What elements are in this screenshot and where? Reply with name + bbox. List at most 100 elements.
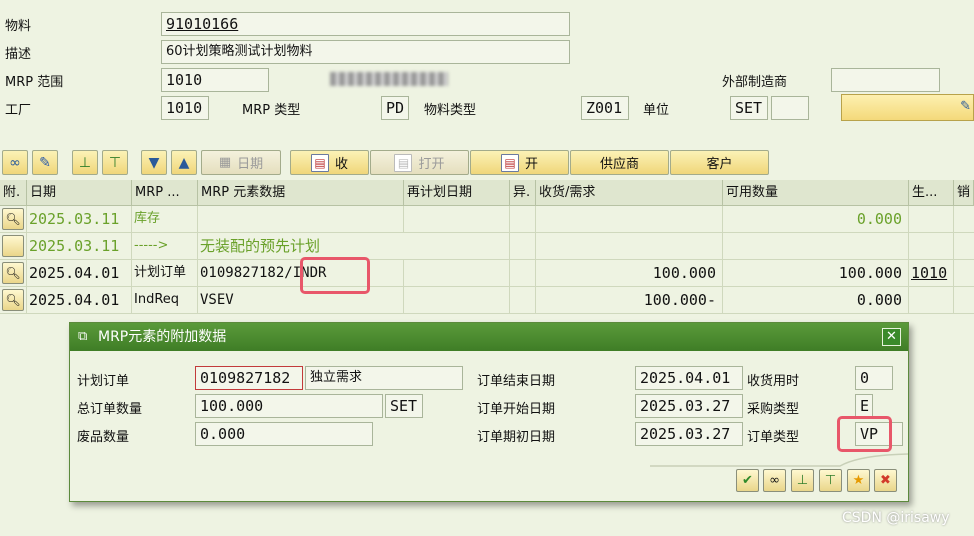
supplier-button-label: 供应商 [599,157,639,172]
open-button[interactable]: ▤ 打开 [370,150,469,175]
row-available-qty [723,233,909,259]
order-opening-date-label: 订单期初日期 [477,430,556,445]
customer-button[interactable]: 客户 [670,150,769,175]
requirements-button-label: 开 [524,157,538,172]
row-blank-button [2,235,24,257]
order-end-date-label: 订单结束日期 [477,374,556,389]
procurement-type-field[interactable]: E [855,394,873,418]
filter-up-button[interactable]: ▲ [171,150,197,175]
pencil-button[interactable]: ✎ [32,150,58,175]
hierarchy-up-button[interactable]: ⊥ [72,150,98,175]
planned-order-field[interactable]: 0109827182 [195,366,303,390]
material-field[interactable]: 91010166 [161,12,570,36]
col-header-mrp-element-data[interactable]: MRP 元素数据 [198,180,404,206]
table-row[interactable]: 🔍︎ 2025.04.01 计划订单 0109827182/INDR 100.0… [0,260,974,287]
order-type-label: 订单类型 [747,430,800,445]
row-element-data: VSEV [198,287,404,313]
mrp-area-label: MRP 范围 [5,75,64,90]
table-row[interactable]: 🔍︎ 2025.04.01 IndReq VSEV 100.000- 0.000 [0,287,974,314]
glasses-icon: ∞ [9,154,21,171]
mrp-type-field[interactable]: PD [381,96,409,120]
row-production-link[interactable]: 1010 [909,260,954,286]
window-icon: ⧉ [78,329,88,344]
table-row[interactable]: 2025.03.11 -----> 无装配的预先计划 [0,233,974,260]
hierarchy-add-button[interactable]: ⊤ [819,469,842,492]
planned-order-label: 计划订单 [77,374,130,389]
supplier-button[interactable]: 供应商 [570,150,669,175]
col-header-reschedule-date[interactable]: 再计划日期 [404,180,510,206]
filter-down-button[interactable]: ▼ [141,150,167,175]
dialog-title: MRP元素的附加数据 [98,329,227,345]
order-opening-date-field[interactable]: 2025.03.27 [635,422,743,446]
row-date: 2025.04.01 [27,287,132,313]
procurement-type-label: 采购类型 [747,402,800,417]
magnifier-icon: 🔍︎ [5,266,21,280]
open-folder-icon: ▤ [394,153,413,172]
row-exception [510,233,536,259]
dialog-separator-curve [650,453,908,467]
glasses-button[interactable]: ∞ [2,150,28,175]
total-qty-label: 总订单数量 [77,402,143,417]
row-mrp-element: 库存 [132,206,198,232]
plant-field[interactable]: 1010 [161,96,209,120]
col-header-exception[interactable]: 异. [510,180,536,206]
total-qty-unit-field: SET [385,394,423,418]
external-vendor-field[interactable] [831,68,940,92]
magnifier-icon: 🔍︎ [5,212,21,226]
hierarchy-add-icon: ⊤ [824,473,837,488]
row-production [909,287,954,313]
material-label: 物料 [5,19,32,34]
row-reschedule-date [404,287,510,313]
order-start-date-field[interactable]: 2025.03.27 [635,394,743,418]
external-vendor-label: 外部制造商 [722,75,788,90]
receipts-button-label: 收 [334,157,348,172]
hierarchy-add-icon: ⊤ [108,154,122,171]
col-header-date[interactable]: 日期 [27,180,132,206]
display-button[interactable]: ∞ [763,469,786,492]
hierarchy-down-button[interactable]: ⊤ [102,150,128,175]
row-exception [510,206,536,232]
requirements-button[interactable]: ▤ 开 [470,150,569,175]
order-type-field[interactable]: VP [855,422,903,446]
confirm-button[interactable]: ✔ [736,469,759,492]
col-header-available-qty[interactable]: 可用数量 [723,180,909,206]
favorite-button[interactable]: ★ [847,469,870,492]
col-header-receipt-req[interactable]: 收货/需求 [536,180,723,206]
hierarchy-button[interactable]: ⊥ [791,469,814,492]
dialog-close-button[interactable]: ✕ [882,328,901,346]
col-header-attachment[interactable]: 附. [0,180,27,206]
receipts-button[interactable]: ▤ 收 [290,150,369,175]
header-details-button[interactable]: ✎ [841,94,974,121]
pencil-icon: ✎ [39,154,51,171]
filter-up-icon: ▲ [178,154,190,171]
plant-label: 工厂 [5,103,32,118]
check-icon: ✔ [742,473,753,488]
cancel-button[interactable]: ✖ [874,469,897,492]
row-receipt-req: 100.000 [536,260,723,286]
material-type-field[interactable]: Z001 [581,96,629,120]
row-details-button[interactable]: 🔍︎ [2,289,24,311]
magnifier-icon: 🔍︎ [5,293,21,307]
unit-label: 单位 [643,103,670,118]
row-details-button[interactable]: 🔍︎ [2,262,24,284]
row-available-qty: 100.000 [723,260,909,286]
total-qty-field[interactable]: 100.000 [195,394,383,418]
date-button[interactable]: ▦ 日期 [201,150,281,175]
row-details-button[interactable]: 🔍︎ [2,208,24,230]
unit-extra-field[interactable] [771,96,809,120]
row-date: 2025.03.11 [27,233,132,259]
col-header-sales[interactable]: 销 [954,180,974,206]
description-field[interactable]: 60计划策略测试计划物料 [161,40,570,64]
requirements-icon: ▤ [500,153,519,172]
order-end-date-field[interactable]: 2025.04.01 [635,366,743,390]
unit-field[interactable]: SET [730,96,768,120]
material-type-label: 物料类型 [424,103,477,118]
gr-processing-time-field[interactable]: 0 [855,366,893,390]
dialog-title-bar: ⧉ MRP元素的附加数据 ✕ [70,323,908,351]
table-row[interactable]: 🔍︎ 2025.03.11 库存 0.000 [0,206,974,233]
mrp-area-field[interactable]: 1010 [161,68,269,92]
col-header-mrp-element[interactable]: MRP ... [132,180,198,206]
filter-down-icon: ▼ [148,154,160,171]
scrap-qty-field[interactable]: 0.000 [195,422,373,446]
col-header-production[interactable]: 生... [909,180,954,206]
